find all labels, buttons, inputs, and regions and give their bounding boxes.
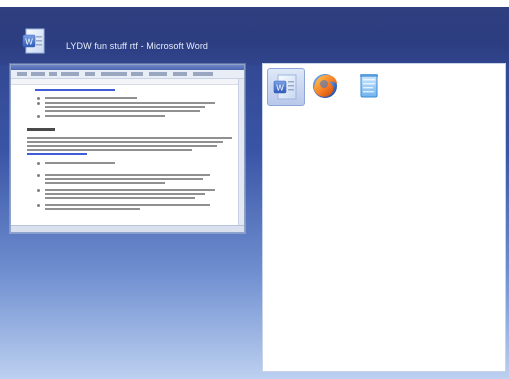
word-document-icon: W [22, 26, 48, 56]
preview-ruler [11, 79, 244, 85]
word-document-icon: W [273, 74, 297, 100]
preview-toolbar [11, 70, 244, 79]
preview-statusbar [11, 225, 244, 232]
preview-scrollbar [238, 79, 244, 226]
firefox-icon [313, 74, 337, 98]
alt-tab-switcher: W LYDW fun stuff rtf - Microsoft Word W [0, 0, 509, 379]
task-item-word-selected[interactable]: W [267, 68, 305, 106]
task-switcher-panel: W [262, 63, 506, 372]
switcher-header: W LYDW fun stuff rtf - Microsoft Word [0, 7, 509, 65]
window-title: LYDW fun stuff rtf - Microsoft Word [66, 41, 209, 51]
svg-text:W: W [276, 84, 284, 93]
task-item-notepad[interactable] [351, 68, 387, 104]
svg-text:W: W [25, 38, 33, 47]
preview-page [17, 86, 238, 223]
notepad-icon [360, 74, 378, 98]
task-item-firefox[interactable] [307, 68, 343, 104]
document-preview-thumbnail[interactable] [10, 64, 245, 233]
top-strip [0, 0, 509, 7]
